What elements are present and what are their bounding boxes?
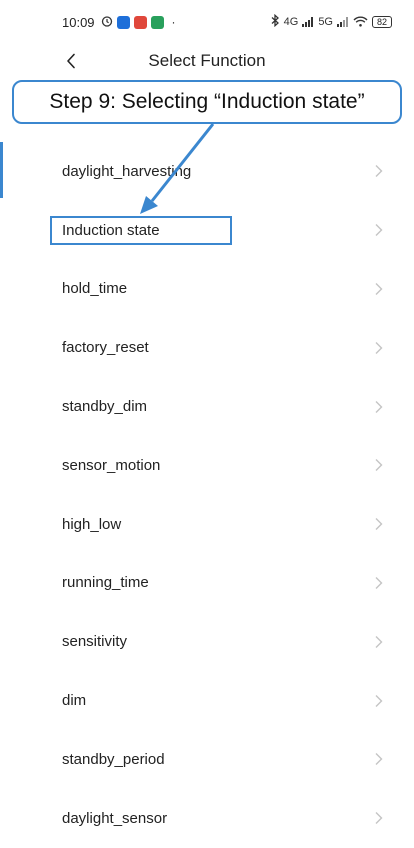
list-item-hold-time[interactable]: hold_time <box>0 260 414 319</box>
list-item-label: high_low <box>62 515 122 533</box>
chevron-right-icon <box>375 635 383 648</box>
list-item-daylight-sensor[interactable]: daylight_sensor <box>0 789 414 848</box>
app-header: Select Function <box>0 44 414 78</box>
list-item-label: daylight_sensor <box>62 809 168 827</box>
bluetooth-icon <box>270 13 280 30</box>
list-item-high-low[interactable]: high_low <box>0 495 414 554</box>
list-item-label: hold_time <box>62 280 128 298</box>
chevron-right-icon <box>375 576 383 589</box>
chevron-right-icon <box>375 282 383 295</box>
app-notification-icon <box>150 15 164 29</box>
page-title: Select Function <box>148 51 266 70</box>
list-item-standby-dim[interactable]: standby_dim <box>0 377 414 436</box>
list-item-daylight-harvesting[interactable]: daylight_harvesting <box>0 142 414 201</box>
status-time: 10:09 <box>62 14 95 30</box>
more-notifications-dot: · <box>171 15 176 29</box>
signal-5g-label: 5G <box>318 16 333 28</box>
app-notification-icon <box>116 15 130 29</box>
signal-bars-icon <box>337 15 349 30</box>
list-item-label: standby_period <box>62 750 165 768</box>
chevron-left-icon <box>67 53 75 69</box>
list-item-sensitivity[interactable]: sensitivity <box>0 612 414 671</box>
alarm-icon <box>101 15 113 30</box>
chevron-right-icon <box>375 165 383 178</box>
chevron-right-icon <box>375 400 383 413</box>
list-item-label: dim <box>62 692 87 710</box>
status-left: 10:09 · <box>62 15 176 30</box>
list-item-factory-reset[interactable]: factory_reset <box>0 318 414 377</box>
chevron-right-icon <box>375 753 383 766</box>
list-item-label: sensitivity <box>62 633 128 651</box>
wifi-icon <box>353 15 368 30</box>
battery-icon: 82 <box>372 16 392 28</box>
list-item-sensor-motion[interactable]: sensor_motion <box>0 436 414 495</box>
chevron-right-icon <box>375 812 383 825</box>
list-item-dim[interactable]: dim <box>0 671 414 730</box>
status-right: 4G 5G 82 <box>270 13 392 30</box>
status-bar: 10:09 · 4G 5G 82 <box>0 0 414 44</box>
function-list: daylight_harvesting Induction state hold… <box>0 142 414 848</box>
chevron-right-icon <box>375 518 383 531</box>
app-notification-icon <box>133 15 147 29</box>
signal-4g-label: 4G <box>283 16 299 28</box>
list-item-label: sensor_motion <box>62 456 161 474</box>
chevron-right-icon <box>375 341 383 354</box>
list-item-running-time[interactable]: running_time <box>0 554 414 613</box>
list-item-label: factory_reset <box>62 339 149 357</box>
signal-bars-icon <box>302 15 314 30</box>
list-item-label: running_time <box>62 574 149 592</box>
list-item-induction-state[interactable]: Induction state <box>0 201 414 260</box>
list-item-label: standby_dim <box>62 398 148 416</box>
back-button[interactable] <box>58 48 84 74</box>
chevron-right-icon <box>375 224 383 237</box>
step-callout: Step 9: Selecting “Induction state” <box>12 80 402 124</box>
chevron-right-icon <box>375 694 383 707</box>
list-item-label: daylight_harvesting <box>62 162 192 180</box>
list-item-label: Induction state <box>50 215 232 245</box>
chevron-right-icon <box>375 459 383 472</box>
list-item-standby-period[interactable]: standby_period <box>0 730 414 789</box>
